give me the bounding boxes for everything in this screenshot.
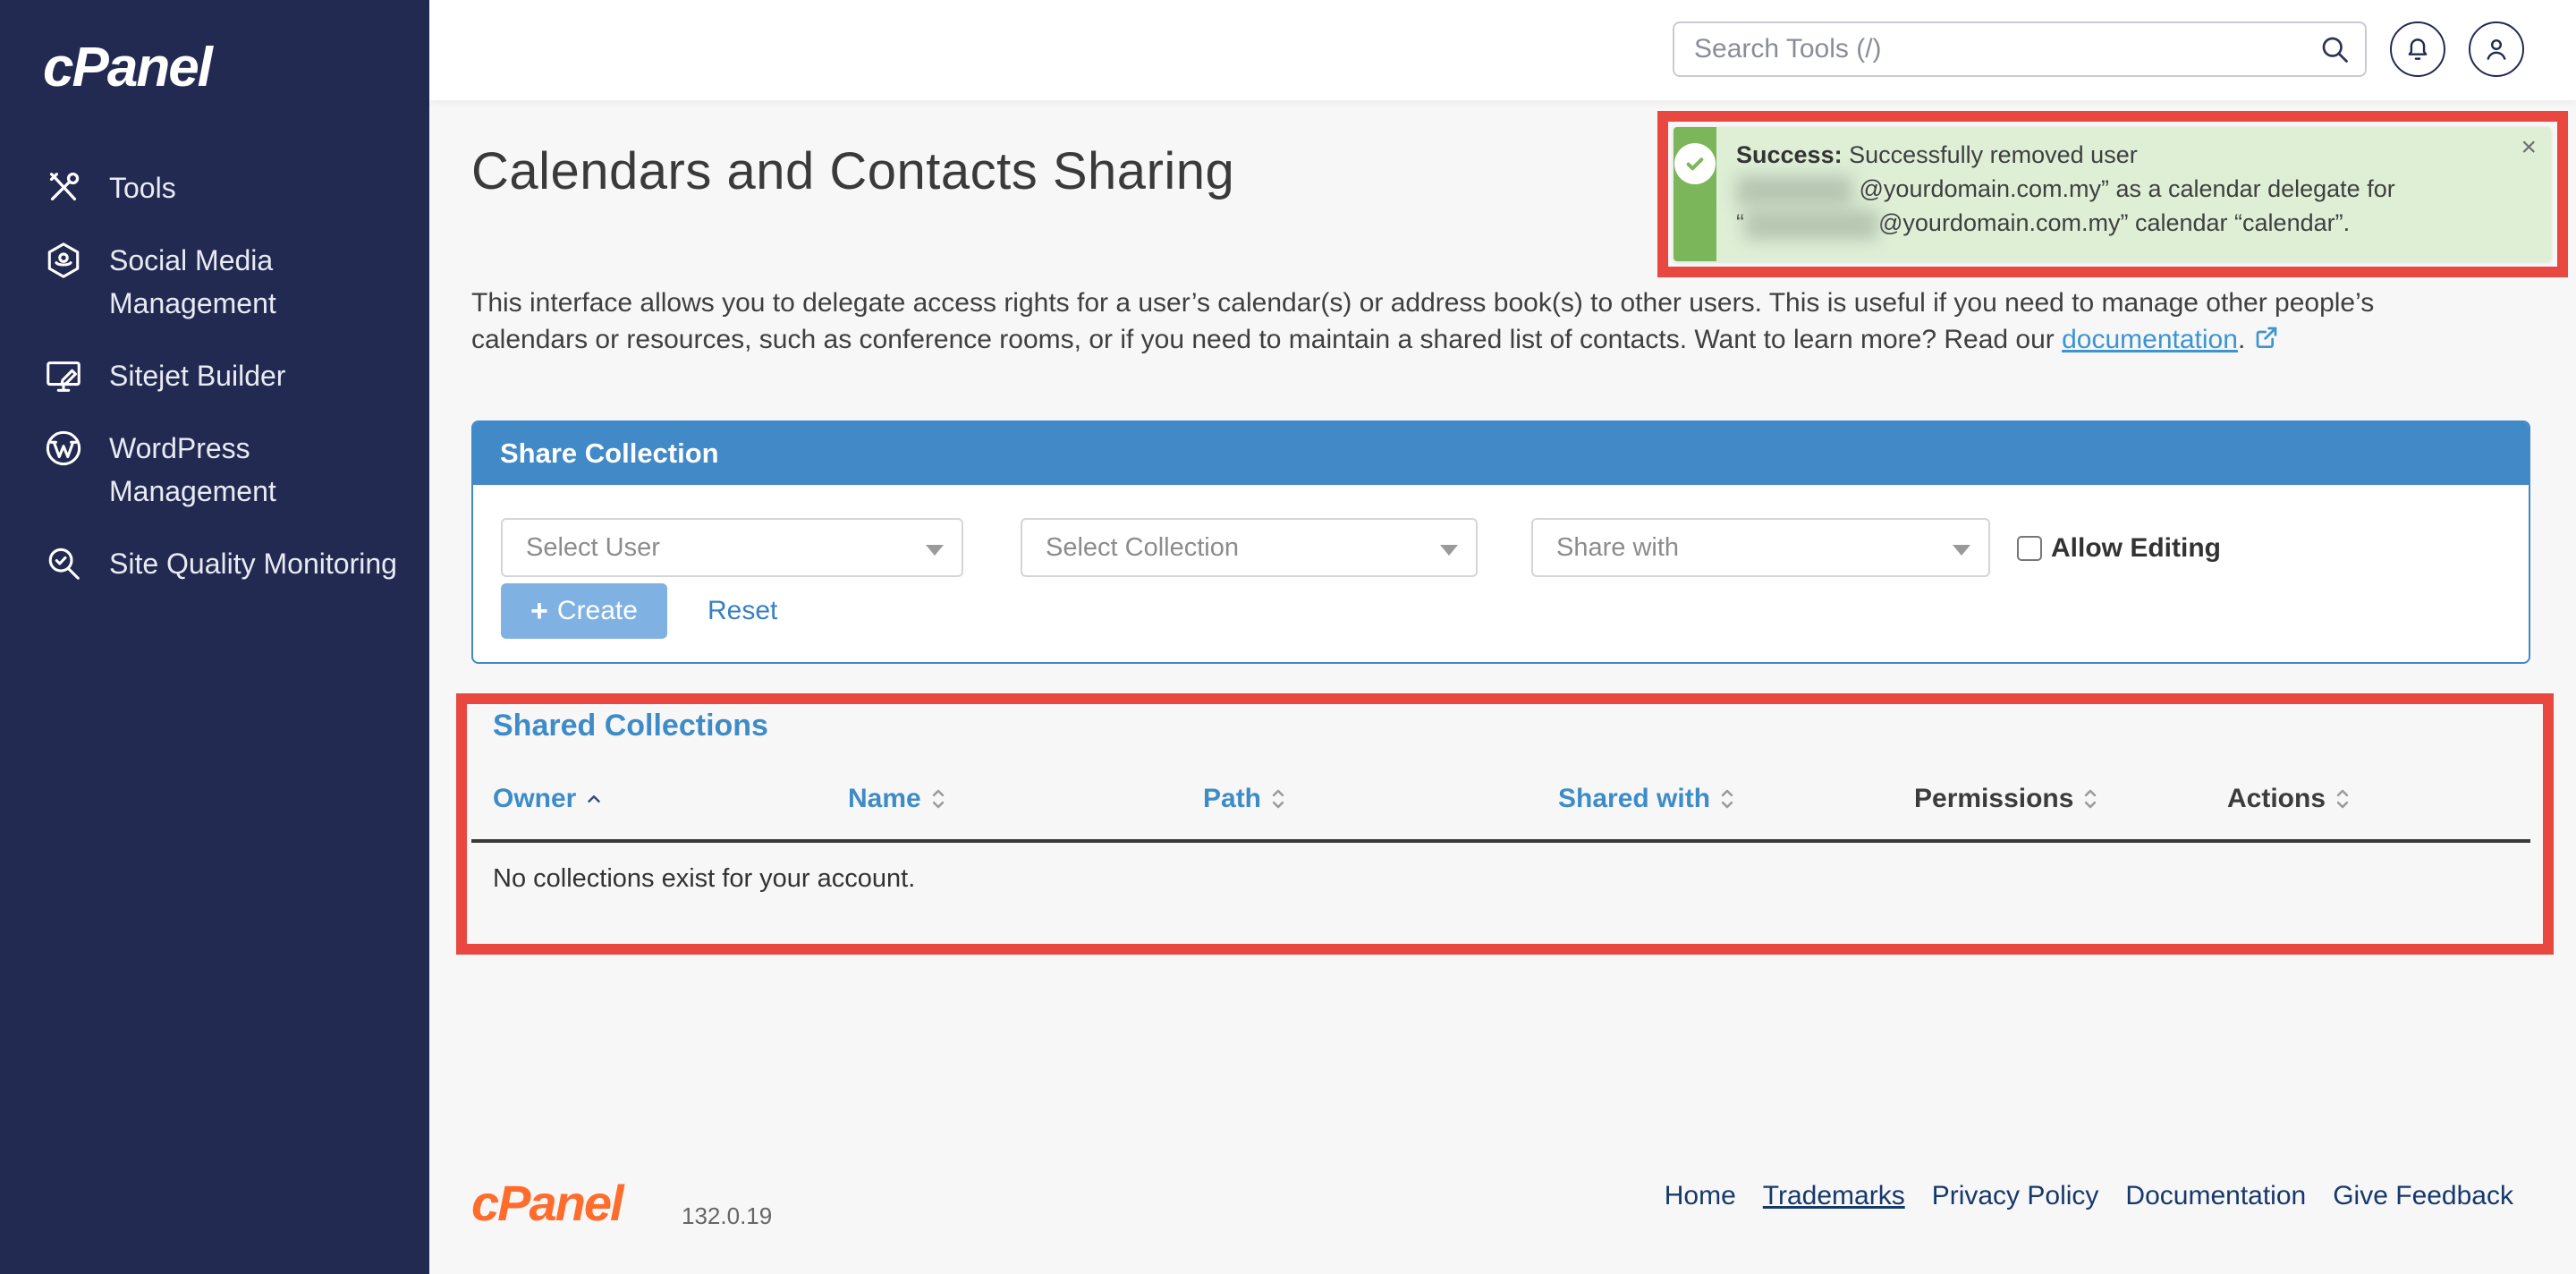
create-button-label: Create bbox=[557, 596, 638, 626]
social-media-icon bbox=[43, 240, 84, 281]
column-label: Actions bbox=[2227, 784, 2326, 814]
select-user-dropdown[interactable]: Select User bbox=[501, 518, 963, 577]
sort-icon bbox=[2334, 786, 2351, 811]
share-collection-header: Share Collection bbox=[473, 422, 2529, 485]
select-user-placeholder: Select User bbox=[526, 533, 660, 563]
sidebar: cPanel Tools Social Media Management Sit… bbox=[0, 0, 429, 1274]
sort-icon bbox=[1718, 786, 1736, 811]
column-label: Owner bbox=[493, 784, 576, 814]
sidebar-item-label: Social Media Management bbox=[109, 239, 402, 325]
alert-stripe bbox=[1674, 127, 1716, 261]
annotation-box-table bbox=[456, 693, 2554, 955]
site-quality-icon bbox=[43, 543, 84, 584]
sidebar-item-wordpress[interactable]: WordPress Management bbox=[0, 427, 429, 513]
alert-message: × Success: Successfully removed user @yo… bbox=[1716, 127, 2551, 261]
plus-icon: + bbox=[530, 598, 548, 624]
page-title: Calendars and Contacts Sharing bbox=[471, 141, 1234, 201]
redacted-username-1 bbox=[1736, 175, 1852, 206]
allow-editing-label: Allow Editing bbox=[2051, 533, 2221, 564]
cpanel-app: cPanel Tools Social Media Management Sit… bbox=[0, 0, 2576, 1274]
column-header-permissions[interactable]: Permissions bbox=[1914, 784, 2099, 814]
sort-icon bbox=[1269, 786, 1287, 811]
close-icon[interactable]: × bbox=[2521, 134, 2537, 161]
allow-editing-row: Allow Editing bbox=[2017, 533, 2221, 564]
empty-table-message: No collections exist for your account. bbox=[493, 864, 915, 894]
sidebar-item-site-quality[interactable]: Site Quality Monitoring bbox=[0, 542, 429, 585]
page-description: This interface allows you to delegate ac… bbox=[471, 285, 2479, 361]
cpanel-logo: cPanel bbox=[43, 36, 211, 99]
footer-link-privacy-policy[interactable]: Privacy Policy bbox=[1932, 1181, 2099, 1211]
sitejet-builder-icon bbox=[43, 355, 84, 396]
footer-link-home[interactable]: Home bbox=[1665, 1181, 1736, 1211]
column-header-shared-with[interactable]: Shared with bbox=[1558, 784, 1736, 814]
alert-text-3: @yourdomain.com.my” calendar “calendar”. bbox=[1878, 209, 2350, 236]
topbar bbox=[429, 0, 2576, 100]
sort-icon bbox=[929, 786, 947, 811]
documentation-link[interactable]: documentation bbox=[2062, 325, 2238, 354]
sort-asc-icon bbox=[584, 789, 604, 809]
alert-quote: “ bbox=[1736, 209, 1744, 236]
footer-cpanel-logo: cPanel bbox=[471, 1174, 623, 1232]
footer-links: Home Trademarks Privacy Policy Documenta… bbox=[1665, 1181, 2513, 1211]
sidebar-item-sitejet[interactable]: Sitejet Builder bbox=[0, 354, 429, 397]
external-link-icon[interactable] bbox=[2252, 323, 2281, 361]
success-alert: × Success: Successfully removed user @yo… bbox=[1674, 127, 2551, 261]
wordpress-icon bbox=[43, 428, 84, 469]
footer-link-documentation[interactable]: Documentation bbox=[2125, 1181, 2306, 1211]
account-button[interactable] bbox=[2469, 21, 2524, 77]
allow-editing-checkbox[interactable] bbox=[2017, 536, 2042, 561]
doc-link-suffix: . bbox=[2238, 325, 2245, 354]
tools-icon bbox=[43, 167, 84, 208]
alert-text-1: Successfully removed user bbox=[1843, 141, 2138, 168]
sidebar-item-label: Sitejet Builder bbox=[109, 354, 285, 397]
sidebar-item-label: WordPress Management bbox=[109, 427, 402, 513]
redacted-username-2 bbox=[1744, 209, 1878, 240]
sidebar-item-social-media[interactable]: Social Media Management bbox=[0, 239, 429, 325]
create-button[interactable]: + Create bbox=[501, 583, 667, 639]
share-collection-panel: Share Collection Select User Select Coll… bbox=[471, 420, 2530, 664]
chevron-down-icon bbox=[1953, 545, 1970, 556]
column-label: Name bbox=[848, 784, 921, 814]
select-collection-dropdown[interactable]: Select Collection bbox=[1021, 518, 1478, 577]
user-icon bbox=[2481, 34, 2512, 64]
column-header-path[interactable]: Path bbox=[1203, 784, 1287, 814]
notifications-button[interactable] bbox=[2390, 21, 2445, 77]
search-icon[interactable] bbox=[2318, 33, 2351, 65]
alert-text-2: @yourdomain.com.my” as a calendar delega… bbox=[1860, 175, 2395, 202]
sidebar-item-tools[interactable]: Tools bbox=[0, 166, 429, 209]
share-with-placeholder: Share with bbox=[1556, 533, 1679, 563]
sidebar-item-label: Tools bbox=[109, 166, 176, 209]
sidebar-item-label: Site Quality Monitoring bbox=[109, 542, 397, 585]
column-label: Permissions bbox=[1914, 784, 2073, 814]
share-with-dropdown[interactable]: Share with bbox=[1531, 518, 1990, 577]
bell-icon bbox=[2402, 34, 2433, 64]
column-header-name[interactable]: Name bbox=[848, 784, 947, 814]
reset-link[interactable]: Reset bbox=[708, 583, 777, 639]
select-collection-placeholder: Select Collection bbox=[1046, 533, 1239, 563]
table-header-divider bbox=[471, 839, 2530, 843]
footer-link-trademarks[interactable]: Trademarks bbox=[1763, 1181, 1905, 1211]
search-input[interactable] bbox=[1673, 21, 2367, 77]
search-box bbox=[1673, 21, 2367, 77]
alert-title: Success: bbox=[1736, 141, 1843, 168]
column-label: Shared with bbox=[1558, 784, 1710, 814]
column-label: Path bbox=[1203, 784, 1261, 814]
chevron-down-icon bbox=[926, 545, 944, 556]
footer-version: 132.0.19 bbox=[682, 1202, 772, 1230]
sort-icon bbox=[2081, 786, 2099, 811]
chevron-down-icon bbox=[1440, 545, 1458, 556]
sidebar-nav: Tools Social Media Management Sitejet Bu… bbox=[0, 166, 429, 585]
column-header-actions[interactable]: Actions bbox=[2227, 784, 2351, 814]
column-header-owner[interactable]: Owner bbox=[493, 784, 604, 814]
shared-collections-title: Shared Collections bbox=[493, 709, 768, 743]
success-check-icon bbox=[1674, 143, 1716, 184]
footer-link-give-feedback[interactable]: Give Feedback bbox=[2333, 1181, 2513, 1211]
